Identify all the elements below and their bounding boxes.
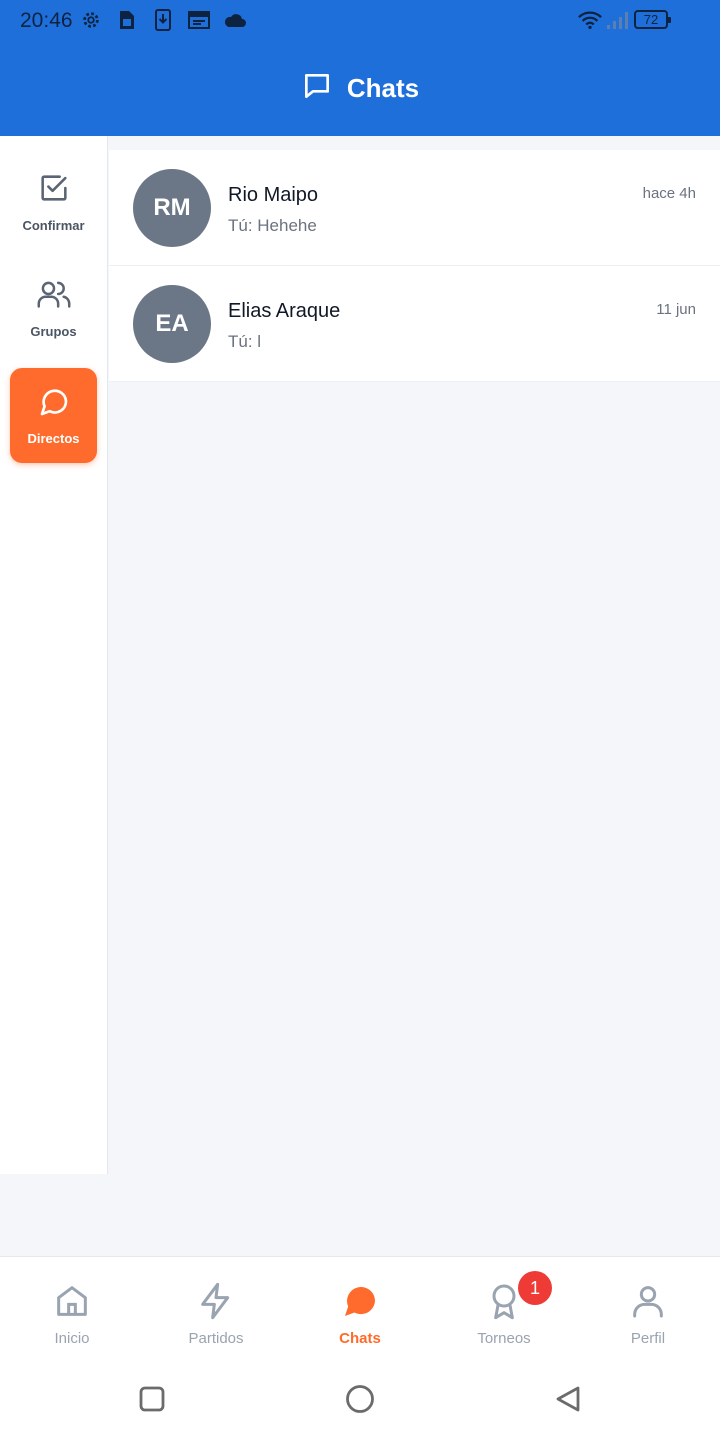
chat-list: RM Rio Maipo Tú: Hehehe hace 4h EA Elias… (109, 150, 720, 382)
sidebar-item-label: Directos (27, 430, 80, 446)
sidebar-item-label: Grupos (30, 323, 77, 339)
chat-preview: Tú: l (228, 332, 262, 351)
nav-item-inicio[interactable]: Inicio (0, 1257, 144, 1359)
app-header: Chats (0, 40, 720, 136)
nav-label: Perfil (630, 1330, 666, 1347)
chat-preview: Tú: Hehehe (228, 216, 317, 235)
avatar: EA (133, 285, 211, 363)
avatar: RM (133, 169, 211, 247)
nav-label: Inicio (54, 1330, 90, 1347)
battery-icon: 72 (634, 10, 671, 29)
signal-icon (606, 8, 630, 32)
chat-time: hace 4h (642, 185, 696, 202)
nav-label: Partidos (188, 1330, 244, 1347)
chat-filled-icon (340, 1281, 380, 1326)
status-time: 20:46 (20, 9, 73, 32)
cloud-icon (223, 8, 247, 32)
nav-item-chats[interactable]: Chats (288, 1257, 432, 1359)
nav-item-perfil[interactable]: Perfil (576, 1257, 720, 1359)
system-nav-bar (0, 1358, 720, 1440)
chat-list-item[interactable]: EA Elias Araque Tú: l 11 jun (109, 266, 720, 382)
chat-name: Elias Araque (228, 300, 341, 322)
sidebar-item-directos[interactable]: Directos (10, 368, 97, 463)
lightning-icon (196, 1281, 236, 1326)
download-icon (151, 8, 175, 32)
chat-time: 11 jun (656, 301, 696, 318)
nav-item-torneos[interactable]: Torneos 1 (432, 1257, 576, 1359)
nav-label: Torneos (477, 1330, 531, 1347)
sim-icon (115, 8, 139, 32)
status-bar: 20:46 72 (0, 0, 720, 40)
chat-list-item[interactable]: RM Rio Maipo Tú: Hehehe hace 4h (109, 150, 720, 266)
checkbox-icon (37, 171, 71, 210)
chat-name: Rio Maipo (228, 184, 319, 206)
settings-icon (79, 8, 103, 32)
sidebar-item-confirmar[interactable]: Confirmar (10, 154, 97, 249)
recents-square-icon[interactable] (135, 1382, 169, 1416)
home-icon (52, 1281, 92, 1326)
wifi-icon (578, 8, 602, 32)
user-icon (628, 1281, 668, 1326)
nav-item-partidos[interactable]: Partidos (144, 1257, 288, 1359)
page-title: Chats (346, 72, 420, 103)
chat-bubble-icon (301, 70, 333, 107)
nav-label: Chats (339, 1330, 381, 1347)
notification-badge: 1 (518, 1271, 552, 1305)
sidebar-item-grupos[interactable]: Grupos (10, 260, 97, 355)
back-triangle-icon[interactable] (551, 1382, 585, 1416)
users-icon (36, 277, 72, 316)
sidebar-item-label: Confirmar (22, 217, 85, 233)
calendar-icon (187, 8, 211, 32)
sidebar: Confirmar Grupos Directos (0, 136, 108, 1174)
bottom-nav: Inicio Partidos Chats Torneos 1 Perfil (0, 1256, 720, 1358)
home-circle-icon[interactable] (343, 1382, 377, 1416)
message-circle-icon (38, 386, 70, 423)
